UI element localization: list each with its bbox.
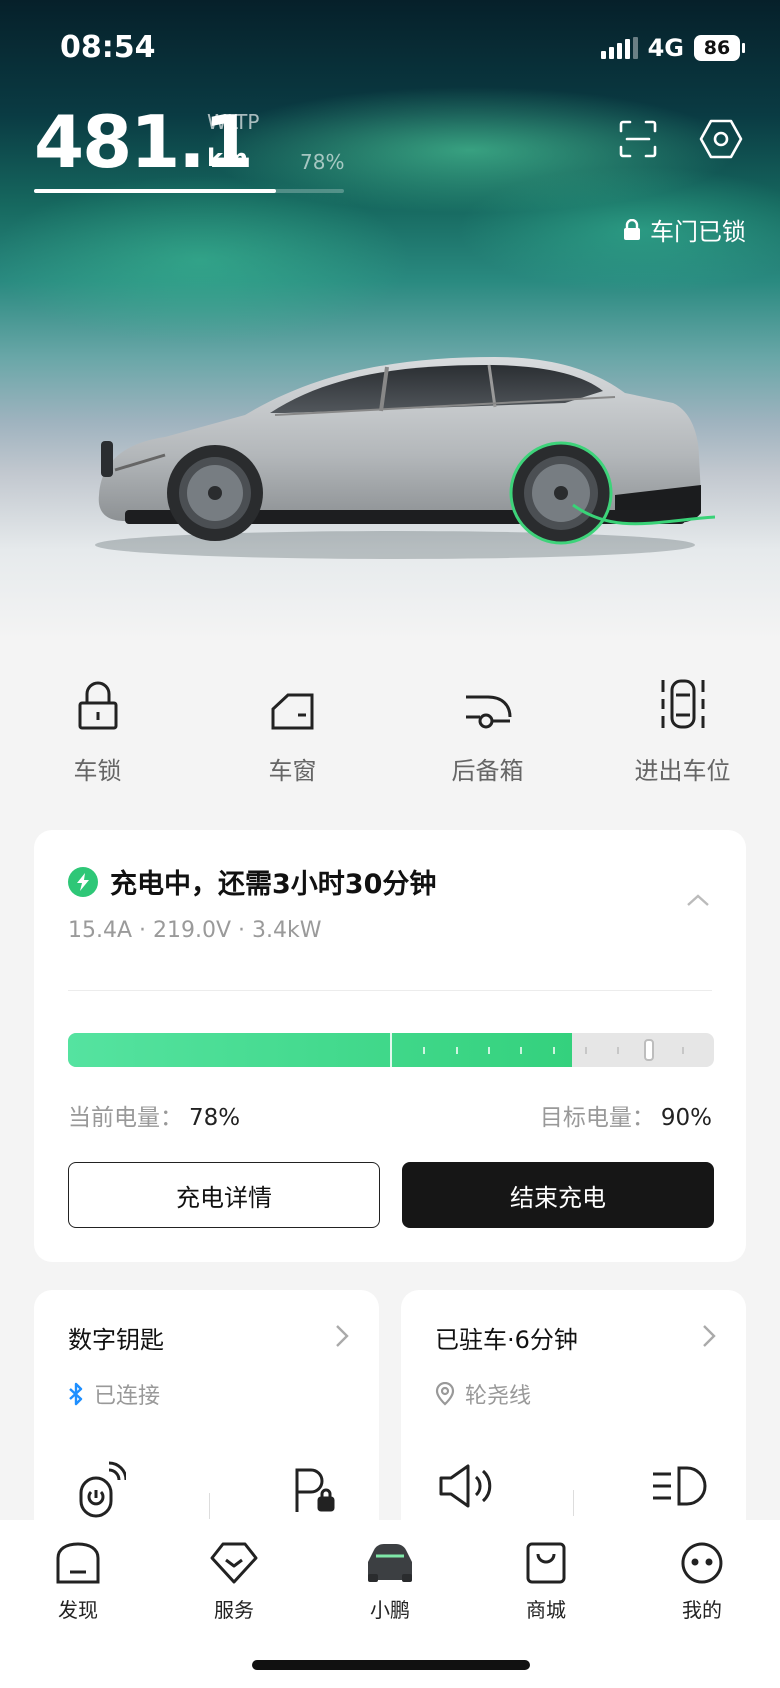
charging-details-button[interactable]: 充电详情 (68, 1162, 380, 1228)
charge-level-tick (423, 1047, 426, 1054)
network-type: 4G (647, 34, 684, 62)
chevron-right-icon[interactable] (702, 1324, 716, 1352)
battery-icon: 86 (694, 35, 745, 61)
tab-discover[interactable]: 发现 (23, 1540, 133, 1623)
window-icon (270, 675, 316, 731)
horn-icon[interactable] (438, 1463, 498, 1513)
charge-level-tick (487, 1047, 490, 1054)
tab-service-label: 服务 (214, 1598, 254, 1622)
tab-xpeng-label: 小鹏 (370, 1598, 410, 1622)
current-charge-label: 当前电量： (68, 1105, 183, 1131)
current-charge: 当前电量： 78% (68, 1098, 240, 1132)
divider (68, 990, 712, 991)
trunk-button[interactable]: 后备箱 (390, 675, 585, 795)
target-charge-label: 目标电量： (539, 1105, 655, 1131)
separator (208, 1493, 210, 1519)
charge-level-tick (552, 1047, 555, 1054)
charge-level-bar[interactable] (68, 1033, 714, 1067)
digital-key-status-label: 已连接 (94, 1384, 161, 1409)
tab-xpeng[interactable]: 小鹏 (335, 1540, 445, 1623)
parking-maneuver-icon (659, 675, 707, 731)
window-label: 车窗 (268, 757, 317, 785)
parking-card[interactable]: 已驻车·6分钟 轮尧线 (401, 1290, 746, 1550)
tab-profile[interactable]: 我的 (647, 1540, 757, 1623)
parking-actions (401, 1460, 746, 1516)
target-charge: 目标电量： 90% (540, 1098, 712, 1132)
status-indicators: 4G 86 (600, 34, 745, 62)
hexagon-settings-icon[interactable] (697, 115, 745, 163)
parking-maneuver-button[interactable]: 进出车位 (585, 675, 780, 795)
shop-icon (526, 1542, 566, 1584)
discover-icon (56, 1542, 100, 1584)
lock-icon (624, 218, 640, 240)
scan-icon[interactable] (614, 115, 662, 163)
headlight-icon[interactable] (649, 1464, 709, 1512)
tab-discover-label: 发现 (58, 1598, 98, 1622)
quick-actions: 车锁 车窗 后备箱 进出车位 (0, 675, 780, 795)
car-icon (368, 1544, 412, 1582)
digital-key-actions (34, 1460, 379, 1522)
bluetooth-icon (69, 1382, 83, 1406)
remote-key-icon[interactable] (76, 1460, 128, 1522)
target-charge-value: 90% (660, 1105, 712, 1131)
trunk-label: 后备箱 (451, 757, 524, 785)
battery-percent: 78% (300, 150, 345, 174)
charge-level-tick (455, 1047, 458, 1054)
range-progress-bar (34, 189, 344, 193)
service-icon (210, 1542, 258, 1584)
vehicle-image (95, 357, 715, 559)
separator (572, 1490, 574, 1516)
range-standard: WLTP (207, 110, 260, 134)
tab-shop-label: 商城 (526, 1598, 566, 1622)
status-time: 08:54 (60, 30, 156, 65)
padlock-icon (77, 675, 119, 731)
chevron-up-icon[interactable] (686, 892, 710, 911)
charge-level-tick (584, 1047, 587, 1054)
car-lock-button[interactable]: 车锁 (0, 675, 195, 795)
charge-level-tick (617, 1047, 620, 1054)
tab-shop[interactable]: 商城 (491, 1540, 601, 1623)
current-charge-value: 78% (189, 1105, 241, 1131)
parking-location-label: 轮尧线 (465, 1384, 532, 1409)
parking-title: 已驻车·6分钟 (435, 1326, 578, 1354)
trunk-icon (463, 675, 513, 731)
stop-charging-button[interactable]: 结束充电 (402, 1162, 714, 1228)
charging-title: 充电中，还需3小时30分钟 (110, 869, 437, 900)
signal-icon (600, 37, 638, 59)
charge-level-tick (520, 1047, 523, 1054)
charge-level-fill (68, 1033, 572, 1067)
car-lock-label: 车锁 (73, 757, 122, 785)
parking-maneuver-label: 进出车位 (634, 757, 731, 785)
parking-lock-icon[interactable] (293, 1464, 337, 1518)
charging-bolt-icon (68, 866, 98, 897)
digital-key-card[interactable]: 数字钥匙 已连接 (34, 1290, 379, 1550)
window-button[interactable]: 车窗 (195, 675, 390, 795)
range-progress-fill (34, 189, 276, 193)
charging-status: 充电中，还需3小时30分钟 (68, 862, 436, 901)
home-indicator (252, 1660, 530, 1670)
tab-service[interactable]: 服务 (179, 1540, 289, 1623)
chevron-right-icon[interactable] (335, 1324, 349, 1352)
tab-profile-label: 我的 (682, 1598, 722, 1622)
charging-card: 充电中，还需3小时30分钟 15.4A · 219.0V · 3.4kW 当前电… (34, 830, 746, 1262)
charge-level-divider (390, 1033, 392, 1067)
digital-key-title: 数字钥匙 (68, 1326, 164, 1354)
door-lock-status: 车门已锁 (622, 212, 746, 247)
digital-key-status: 已连接 (68, 1378, 160, 1410)
location-pin-icon (435, 1382, 455, 1406)
charge-level-tick (681, 1047, 684, 1054)
range-unit: km (207, 144, 248, 172)
target-level-handle[interactable] (644, 1039, 655, 1061)
charging-specs: 15.4A · 219.0V · 3.4kW (68, 918, 322, 943)
parking-location: 轮尧线 (435, 1378, 531, 1410)
door-status-label: 车门已锁 (650, 218, 746, 246)
profile-icon (681, 1542, 723, 1584)
